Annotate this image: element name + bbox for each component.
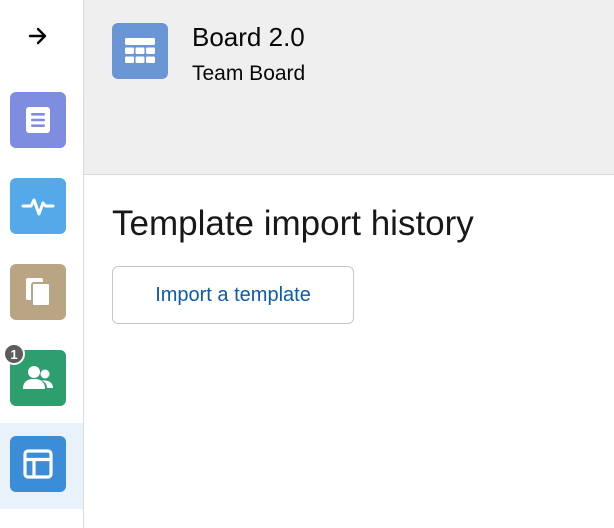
pulse-icon xyxy=(21,198,55,216)
layout-icon xyxy=(23,449,53,479)
page-title: Board 2.0 xyxy=(192,22,305,52)
rail-item-board xyxy=(0,423,83,509)
list-doc-icon xyxy=(26,107,50,133)
activity-tile[interactable] xyxy=(10,178,66,234)
board-tile[interactable] xyxy=(10,436,66,492)
notes-tile[interactable] xyxy=(10,92,66,148)
left-rail: 1 xyxy=(0,0,84,528)
notification-badge: 1 xyxy=(3,343,25,365)
app-page: 1 Board 2.0 Team Board Template import h… xyxy=(0,0,614,528)
import-template-button[interactable]: Import a template xyxy=(112,266,354,324)
files-tile[interactable] xyxy=(10,264,66,320)
expand-rail-button[interactable] xyxy=(22,20,54,52)
group-icon xyxy=(23,366,53,389)
rail-item-notes xyxy=(0,79,83,165)
copy-docs-icon xyxy=(26,278,51,307)
rail-item-activity xyxy=(0,165,83,251)
arrow-right-icon xyxy=(28,27,47,45)
page-header: Board 2.0 Team Board xyxy=(84,0,614,175)
board-header-icon xyxy=(112,23,168,79)
rail-item-files xyxy=(0,251,83,337)
section-title: Template import history xyxy=(112,204,474,243)
table-grid-icon xyxy=(125,38,155,63)
page-subtitle: Team Board xyxy=(192,62,306,85)
